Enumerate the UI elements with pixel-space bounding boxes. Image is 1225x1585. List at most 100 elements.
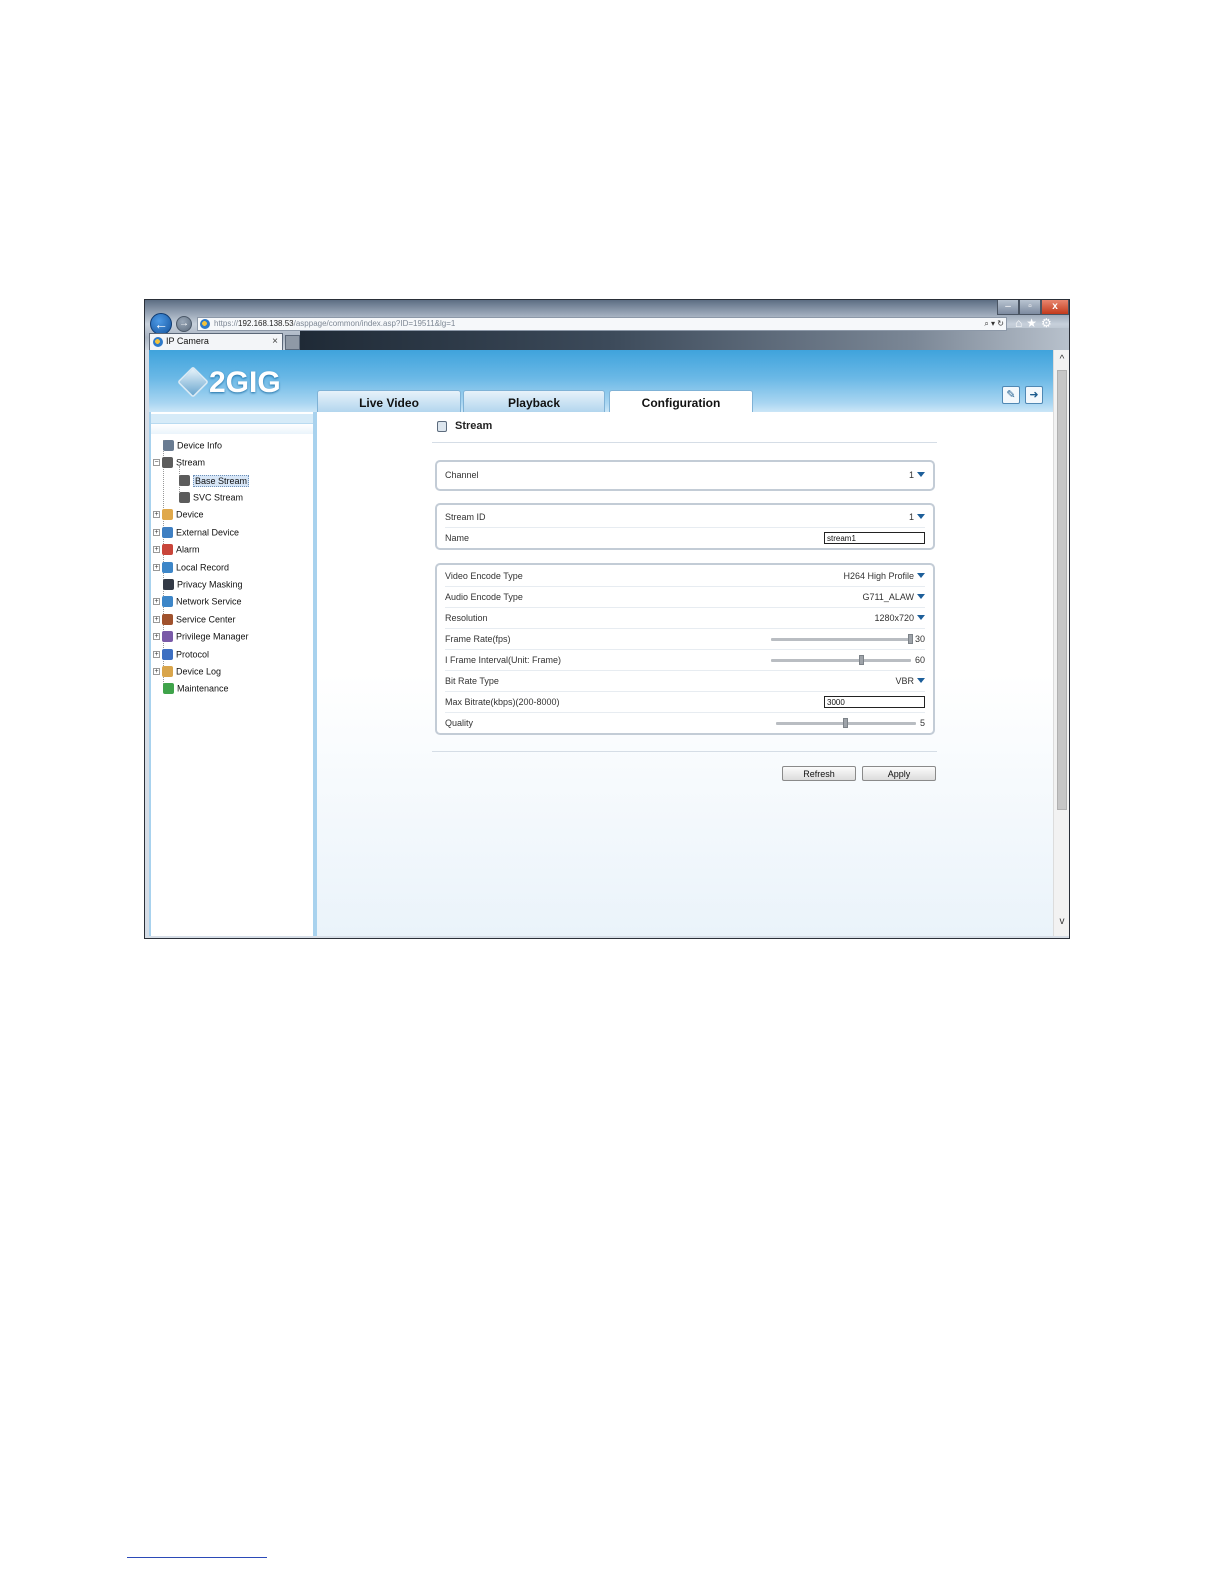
name-row: Name	[445, 528, 925, 549]
sidebar-item-protocol[interactable]: + Protocol	[153, 646, 209, 662]
resolution-select[interactable]: 1280x720	[874, 608, 925, 629]
frame-rate-slider[interactable]	[771, 634, 913, 644]
sidebar-item-svc-stream[interactable]: SVC Stream	[179, 489, 243, 505]
page-header: 2GIG Live Video Playback Configuration ✎…	[149, 350, 1053, 413]
maximize-button[interactable]: ▫	[1019, 300, 1041, 315]
expand-icon[interactable]: +	[153, 668, 160, 676]
quality-slider-thumb[interactable]	[843, 718, 848, 728]
camera-web-page: 2GIG Live Video Playback Configuration ✎…	[149, 350, 1053, 936]
external-device-icon	[162, 527, 173, 539]
i-frame-slider[interactable]	[771, 655, 911, 665]
channel-select[interactable]: 1	[909, 465, 925, 486]
sidebar-item-privilege-manager[interactable]: + Privilege Manager	[153, 628, 249, 644]
sidebar-item-label: Device Log	[176, 666, 222, 677]
device-icon	[162, 509, 173, 521]
privilege-manager-icon	[162, 631, 173, 643]
privacy-masking-icon	[163, 579, 174, 591]
expand-icon[interactable]: +	[153, 633, 160, 641]
address-bar[interactable]: https://192.168.138.53/asppage/common/in…	[197, 317, 1007, 331]
sidebar-item-local-record[interactable]: + Local Record	[153, 559, 229, 575]
new-tab-button[interactable]	[285, 335, 300, 350]
bit-rate-type-select[interactable]: VBR	[895, 671, 925, 692]
max-bitrate-input[interactable]	[824, 696, 925, 708]
apply-button[interactable]: Apply	[862, 766, 936, 781]
sidebar-item-label: Base Stream	[193, 474, 250, 487]
quality-slider[interactable]	[776, 718, 916, 728]
logout-icon[interactable]: ➜	[1025, 386, 1043, 404]
collapse-icon[interactable]: −	[153, 459, 160, 467]
tab-playback[interactable]: Playback	[463, 390, 605, 412]
scroll-up-icon[interactable]: ^	[1054, 354, 1069, 368]
video-encode-select[interactable]: H264 High Profile	[843, 566, 925, 587]
service-center-icon	[162, 614, 173, 626]
expand-icon[interactable]: +	[153, 651, 160, 659]
sidebar-item-network-service[interactable]: + Network Service	[153, 593, 242, 609]
i-frame-label: I Frame Interval(Unit: Frame)	[445, 655, 562, 665]
resolution-value: 1280x720	[874, 613, 914, 623]
stream-id-select[interactable]: 1	[909, 507, 925, 528]
expand-icon[interactable]: +	[153, 564, 160, 572]
back-button[interactable]: ←	[150, 313, 172, 335]
chevron-down-icon	[917, 615, 925, 620]
sidebar-item-base-stream[interactable]: Base Stream	[179, 472, 250, 488]
sidebar-item-device-log[interactable]: + Device Log	[153, 663, 221, 679]
sidebar-item-alarm[interactable]: + Alarm	[153, 541, 200, 557]
tab-configuration[interactable]: Configuration	[609, 390, 753, 413]
frame-rate-slider-thumb[interactable]	[908, 634, 913, 644]
device-log-icon	[162, 666, 173, 678]
video-encode-row: Video Encode Type H264 High Profile	[445, 566, 925, 587]
home-favorites-settings-icons[interactable]: ⌂★⚙	[1015, 316, 1056, 330]
i-frame-slider-thumb[interactable]	[859, 655, 864, 665]
audio-encode-label: Audio Encode Type	[445, 592, 523, 602]
expand-icon[interactable]: +	[153, 529, 160, 537]
protocol-icon	[162, 649, 173, 661]
i-frame-row: I Frame Interval(Unit: Frame) 60	[445, 650, 925, 671]
chevron-down-icon	[917, 472, 925, 477]
edit-password-icon[interactable]: ✎	[1002, 386, 1020, 404]
alarm-icon	[162, 544, 173, 556]
ie-icon	[200, 319, 210, 329]
chevron-down-icon	[917, 594, 925, 599]
logo-cube-icon	[177, 366, 209, 398]
refresh-button[interactable]: Refresh	[782, 766, 856, 781]
expand-icon[interactable]: +	[153, 511, 160, 519]
tab-live-video[interactable]: Live Video	[317, 390, 461, 412]
scroll-down-icon[interactable]: v	[1054, 916, 1069, 930]
quality-value: 5	[919, 718, 925, 728]
minimize-button[interactable]: –	[997, 300, 1019, 315]
sidebar-item-privacy-masking[interactable]: Privacy Masking	[161, 576, 243, 592]
max-bitrate-label: Max Bitrate(kbps)(200-8000)	[445, 697, 560, 707]
close-tab-icon[interactable]: ×	[272, 334, 278, 349]
sidebar-item-device[interactable]: + Device	[153, 506, 204, 522]
sidebar-item-external-device[interactable]: + External Device	[153, 524, 239, 540]
sidebar-item-label: Stream	[176, 457, 206, 468]
expand-icon[interactable]: +	[153, 616, 160, 624]
sidebar-item-label: Device Info	[177, 440, 223, 451]
sidebar-item-device-info[interactable]: Device Info	[161, 437, 222, 453]
vertical-scrollbar[interactable]: ^ v	[1053, 350, 1069, 936]
url-scheme: https://	[214, 319, 239, 328]
logo: 2GIG	[177, 364, 319, 404]
audio-encode-row: Audio Encode Type G711_ALAW	[445, 587, 925, 608]
name-input[interactable]	[824, 532, 925, 544]
config-sidebar: Device Info − Stream Base Stream SVC Stream +…	[149, 412, 317, 936]
svc-stream-icon	[179, 492, 190, 504]
sidebar-item-label: Network Service	[176, 596, 242, 607]
audio-encode-select[interactable]: G711_ALAW	[862, 587, 925, 608]
chevron-down-icon	[917, 678, 925, 683]
forward-button[interactable]: →	[176, 316, 192, 332]
browser-tab[interactable]: IP Camera ×	[149, 333, 283, 350]
bit-rate-type-row: Bit Rate Type VBR	[445, 671, 925, 692]
close-window-button[interactable]: x	[1041, 300, 1069, 315]
expand-icon[interactable]: +	[153, 546, 160, 554]
footer-link-underline	[127, 1557, 267, 1558]
sidebar-item-stream[interactable]: − Stream	[153, 454, 205, 470]
scroll-thumb[interactable]	[1057, 370, 1067, 810]
sidebar-item-label: Service Center	[176, 614, 236, 625]
sidebar-item-maintenance[interactable]: Maintenance	[161, 680, 229, 696]
sidebar-item-service-center[interactable]: + Service Center	[153, 611, 236, 627]
audio-encode-value: G711_ALAW	[862, 592, 914, 602]
channel-group: Channel 1	[435, 460, 935, 491]
expand-icon[interactable]: +	[153, 598, 160, 606]
address-tools-icon[interactable]: ⌕ ▾ ↻	[984, 318, 1004, 330]
